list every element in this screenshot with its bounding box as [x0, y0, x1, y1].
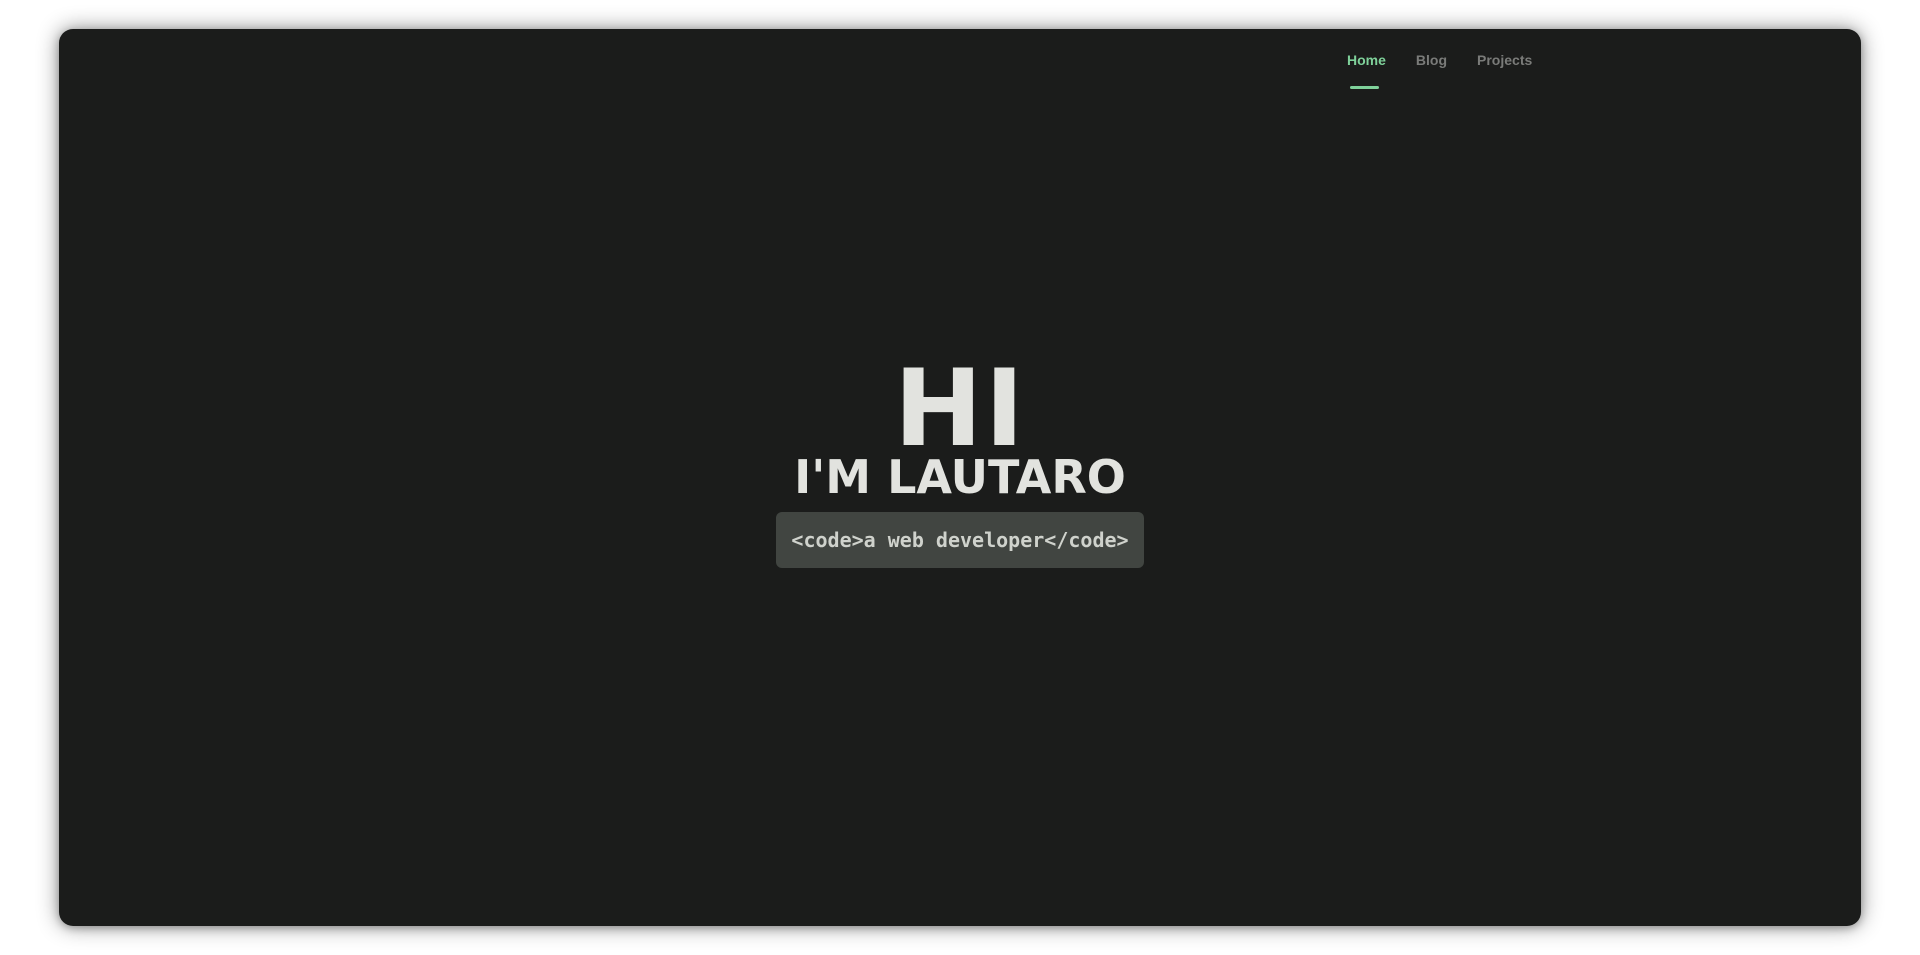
- hero-name: I'M LAUTARO: [794, 450, 1126, 504]
- nav-projects-label: Projects: [1477, 52, 1533, 68]
- active-nav-indicator: [1350, 86, 1379, 89]
- browser-window: Home Blog Projects HI I'M LAUTARO <code>…: [59, 29, 1861, 926]
- hero-greeting: HI: [893, 347, 1027, 470]
- hero-section: HI I'M LAUTARO <code>a web developer</co…: [59, 347, 1861, 568]
- nav-blog-link[interactable]: Blog: [1416, 29, 1447, 68]
- nav-blog-label: Blog: [1415, 52, 1448, 68]
- tagline-code-pill: <code>a web developer</code>: [776, 512, 1144, 568]
- nav-projects-link[interactable]: Projects: [1477, 29, 1532, 68]
- top-nav: Home Blog Projects: [1347, 29, 1562, 93]
- nav-home-link[interactable]: Home: [1347, 29, 1386, 89]
- nav-home-label: Home: [1347, 52, 1386, 68]
